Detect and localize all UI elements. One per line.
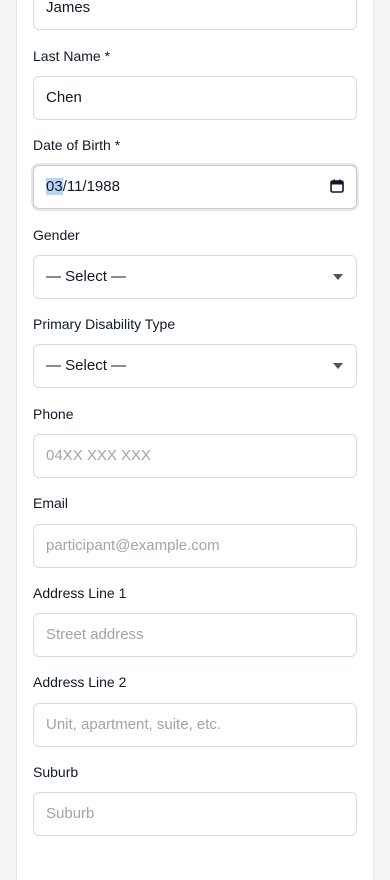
phone-placeholder: 04XX XXX XXX <box>46 447 152 464</box>
last-name-label: Last Name * <box>33 48 111 64</box>
address-line-2-placeholder: Unit, apartment, suite, etc. <box>46 716 222 733</box>
phone-input[interactable]: 04XX XXX XXX <box>33 434 357 478</box>
phone-label: Phone <box>33 406 74 422</box>
email-placeholder: participant@example.com <box>46 537 220 554</box>
dob-day-segment[interactable]: 03 <box>46 178 63 195</box>
gender-label: Gender <box>33 227 80 243</box>
address-line-2-input[interactable]: Unit, apartment, suite, etc. <box>33 703 357 747</box>
address-line-1-label: Address Line 1 <box>33 585 127 601</box>
address-line-1-input[interactable]: Street address <box>33 613 357 657</box>
disability-label: Primary Disability Type <box>33 316 176 332</box>
address-line-1-placeholder: Street address <box>46 626 144 643</box>
chevron-down-icon <box>333 274 343 280</box>
gender-select[interactable]: — Select — <box>33 255 357 299</box>
email-input[interactable]: participant@example.com <box>33 524 357 568</box>
dob-input[interactable]: 03/11/1988 <box>33 165 357 209</box>
address-line-2-label: Address Line 2 <box>33 674 127 690</box>
disability-selected-value: — Select — <box>46 357 127 374</box>
dob-rest-segment: /11/1988 <box>62 178 120 195</box>
first-name-value: James <box>46 0 91 16</box>
last-name-input[interactable]: Chen <box>33 76 357 120</box>
dob-label: Date of Birth * <box>33 137 121 153</box>
chevron-down-icon <box>333 363 343 369</box>
suburb-input[interactable]: Suburb <box>33 792 357 836</box>
suburb-placeholder: Suburb <box>46 805 95 822</box>
email-label: Email <box>33 495 69 511</box>
disability-select[interactable]: — Select — <box>33 344 357 388</box>
gender-selected-value: — Select — <box>46 268 127 285</box>
last-name-value: Chen <box>46 89 82 106</box>
calendar-icon[interactable] <box>330 179 344 193</box>
participant-form-card: James Last Name * Chen Date of Birth * 0… <box>16 0 374 880</box>
suburb-label: Suburb <box>33 764 79 780</box>
first-name-input[interactable]: James <box>33 0 357 30</box>
